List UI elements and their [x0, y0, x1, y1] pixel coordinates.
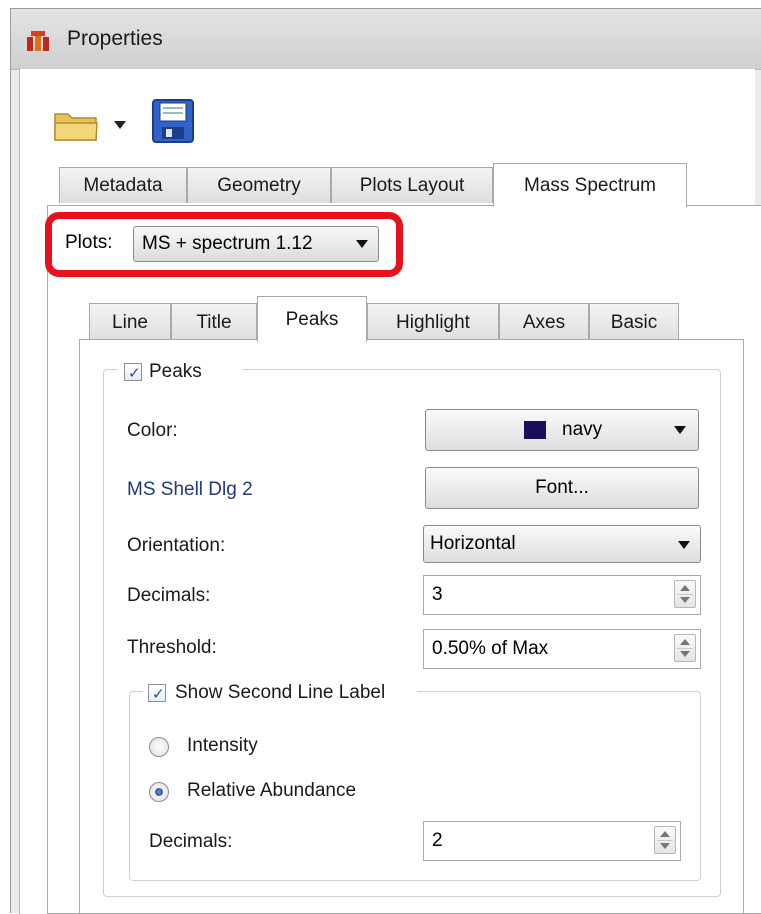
subtab-highlight[interactable]: Highlight — [367, 303, 499, 341]
second-line-checkbox[interactable]: ✓ — [148, 684, 166, 703]
spin-arrows-icon[interactable] — [674, 634, 696, 662]
tab-mass-spectrum[interactable]: Mass Spectrum — [493, 163, 687, 207]
orientation-select[interactable]: Horizontal — [423, 525, 701, 563]
tab-geometry[interactable]: Geometry — [187, 167, 331, 203]
spin-arrows-icon[interactable] — [674, 580, 696, 608]
spin-arrows-icon[interactable] — [654, 826, 676, 854]
check-icon: ✓ — [152, 686, 165, 703]
color-select[interactable]: navy — [425, 409, 699, 451]
color-label: Color: — [127, 420, 178, 441]
dropdown-arrow-icon[interactable] — [114, 121, 126, 129]
save-icon[interactable] — [152, 99, 194, 143]
decimals-spinbox[interactable]: 3 — [423, 575, 701, 615]
folder-icon[interactable] — [54, 109, 98, 141]
font-button-label: Font... — [535, 477, 589, 498]
subtab-title[interactable]: Title — [171, 303, 257, 341]
radio-dot-icon — [155, 788, 163, 796]
tab-label: Plots Layout — [359, 174, 465, 196]
tab-label: Metadata — [83, 174, 163, 196]
decimals-value: 3 — [432, 584, 443, 605]
properties-window: Properties Metadata Geometry Plots Layou… — [10, 8, 761, 914]
subtab-label: Line — [112, 311, 148, 333]
subtab-label: Title — [196, 311, 232, 333]
plots-label: Plots: — [65, 232, 113, 253]
check-icon: ✓ — [128, 365, 141, 382]
second-decimals-spinbox[interactable]: 2 — [423, 821, 681, 861]
intensity-radio[interactable] — [149, 737, 169, 757]
subtab-peaks[interactable]: Peaks — [257, 296, 367, 342]
subtab-label: Axes — [522, 311, 566, 333]
chevron-down-icon — [674, 426, 686, 434]
relative-abundance-radio[interactable] — [149, 782, 169, 802]
second-decimals-value: 2 — [432, 830, 443, 851]
subtab-label: Highlight — [396, 311, 470, 333]
subtab-line[interactable]: Line — [89, 303, 171, 341]
orientation-label: Orientation: — [127, 535, 226, 556]
plots-select[interactable]: MS + spectrum 1.12 — [133, 226, 379, 262]
app-logo-icon — [27, 31, 49, 51]
subtab-label: Peaks — [285, 308, 339, 330]
color-swatch — [524, 421, 546, 439]
second-line-group-label: Show Second Line Label — [175, 682, 386, 703]
orientation-value: Horizontal — [430, 533, 516, 554]
subtab-basic[interactable]: Basic — [589, 303, 679, 341]
font-button[interactable]: Font... — [425, 467, 699, 509]
tab-metadata[interactable]: Metadata — [59, 167, 187, 203]
peaks-group-label: Peaks — [149, 361, 202, 382]
subtab-label: Basic — [610, 311, 658, 333]
chevron-down-icon — [356, 240, 368, 248]
tab-label: Geometry — [217, 174, 301, 196]
threshold-label: Threshold: — [127, 637, 217, 658]
subtab-axes[interactable]: Axes — [499, 303, 589, 341]
tab-label: Mass Spectrum — [524, 174, 656, 196]
peaks-checkbox[interactable]: ✓ — [124, 363, 142, 382]
relative-abundance-label: Relative Abundance — [187, 780, 357, 801]
background-edge — [0, 0, 10, 913]
plots-select-value: MS + spectrum 1.12 — [142, 233, 313, 254]
title-bar: Properties — [11, 9, 761, 70]
font-name-label: MS Shell Dlg 2 — [127, 479, 253, 500]
threshold-spinbox[interactable]: 0.50% of Max — [423, 629, 701, 669]
second-decimals-label: Decimals: — [149, 831, 233, 852]
threshold-value: 0.50% of Max — [432, 638, 549, 659]
chevron-down-icon — [678, 541, 690, 549]
tab-plots-layout[interactable]: Plots Layout — [331, 167, 493, 203]
decimals-label: Decimals: — [127, 585, 211, 606]
color-value: navy — [562, 419, 603, 440]
intensity-label: Intensity — [187, 735, 258, 756]
window-title: Properties — [67, 27, 163, 50]
